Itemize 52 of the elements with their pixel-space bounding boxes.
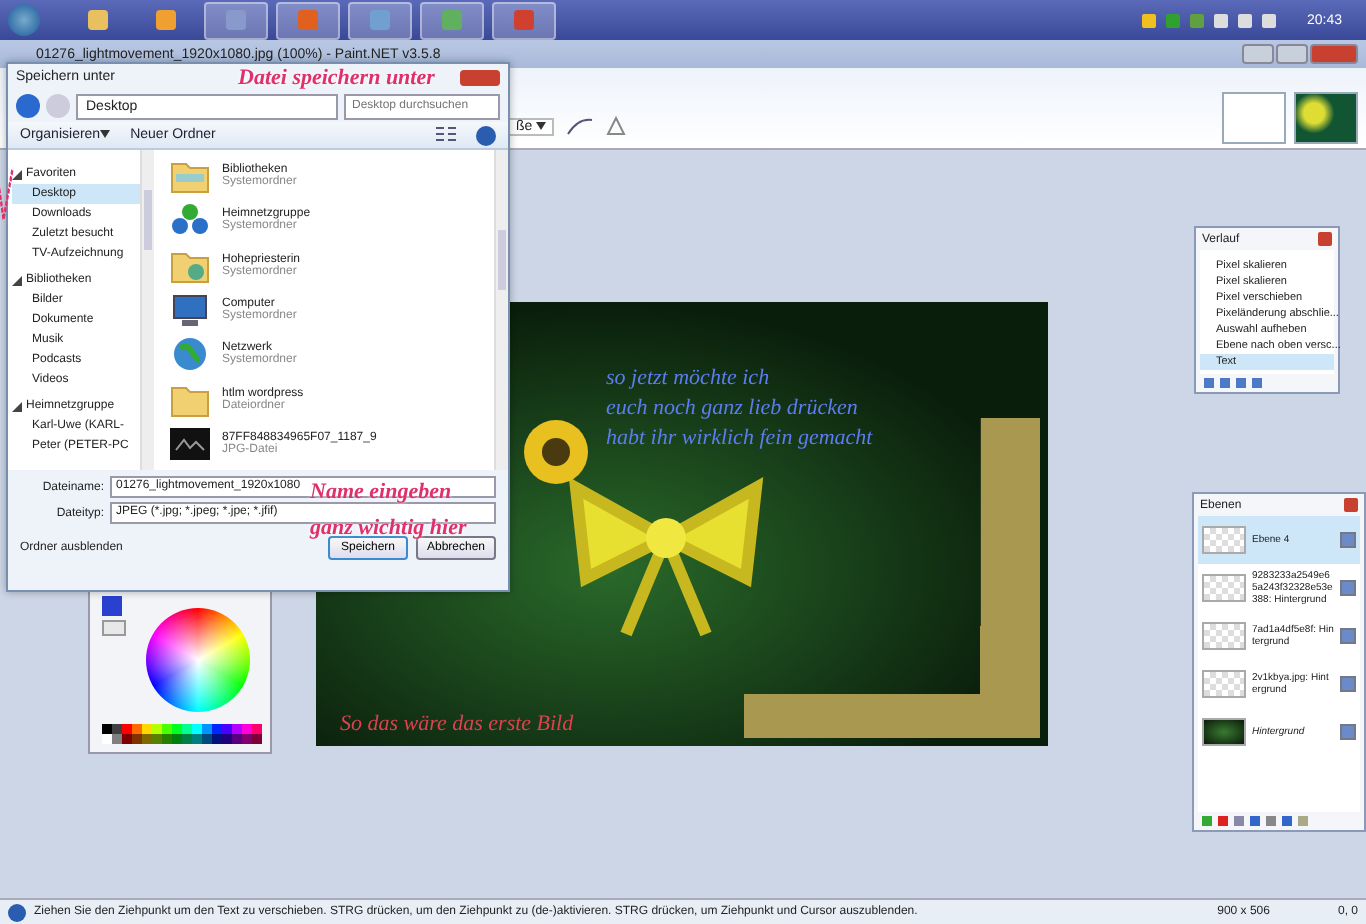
taskbar-app-icon[interactable] (420, 1, 484, 39)
taskbar-app-icon[interactable] (276, 1, 340, 39)
start-button[interactable] (8, 4, 40, 36)
visibility-checkbox[interactable] (1340, 724, 1356, 740)
folder-icon (170, 381, 210, 418)
primary-color-swatch[interactable] (102, 596, 122, 616)
scrollbar[interactable] (494, 150, 508, 470)
view-options-icon[interactable] (436, 126, 456, 144)
color-palette[interactable] (102, 724, 262, 744)
color-wheel[interactable] (146, 608, 250, 712)
expander-icon[interactable] (12, 275, 22, 285)
line-style-icon[interactable] (566, 116, 595, 136)
canvas-text: so jetzt möchte ich (606, 366, 772, 390)
annotation-checkmark-drawing (0, 166, 14, 226)
layer-thumbnail (1202, 622, 1246, 650)
minimize-button[interactable] (1242, 44, 1274, 64)
visibility-checkbox[interactable] (1340, 676, 1356, 692)
annotation-text: Datei speichern unter (238, 66, 435, 90)
canvas-text: habt ihr wirklich fein gemacht (606, 426, 873, 450)
taskbar-app-icon[interactable] (492, 1, 556, 39)
caret-icon (536, 122, 547, 130)
visibility-checkbox[interactable] (1340, 628, 1356, 644)
layer-thumbnail (1202, 574, 1246, 602)
network-balls-icon (170, 202, 210, 239)
visibility-checkbox[interactable] (1340, 532, 1356, 548)
image-thumbnail[interactable] (1294, 92, 1358, 144)
close-button[interactable] (460, 69, 500, 85)
computer-icon (170, 291, 210, 328)
visibility-checkbox[interactable] (1340, 580, 1356, 596)
secondary-color-swatch[interactable] (102, 620, 126, 636)
library-icon (170, 158, 210, 195)
image-thumbnail[interactable] (1222, 92, 1286, 144)
expander-icon[interactable] (12, 169, 22, 179)
taskbar-app-icon[interactable] (204, 1, 268, 39)
caret-icon (100, 130, 111, 138)
layer-thumbnail (1202, 718, 1246, 746)
layer-thumbnail (1202, 526, 1246, 554)
user-folder-icon (170, 247, 210, 284)
triangle-icon[interactable] (606, 116, 627, 136)
canvas-text: So das wäre das erste Bild (340, 712, 574, 736)
back-button[interactable] (16, 94, 40, 118)
taskbar-app-icon[interactable] (348, 1, 412, 39)
canvas-text: euch noch ganz lieb drücken (606, 396, 860, 420)
help-icon (8, 903, 26, 921)
image-thumbnail-icon (170, 425, 210, 462)
annotation-text: Name eingeben (310, 480, 452, 504)
help-icon[interactable] (476, 125, 496, 145)
expander-icon[interactable] (12, 401, 22, 411)
globe-icon (170, 336, 210, 373)
scrollbar[interactable] (140, 150, 154, 470)
maximize-button[interactable] (1276, 44, 1308, 64)
layer-thumbnail (1202, 670, 1246, 698)
